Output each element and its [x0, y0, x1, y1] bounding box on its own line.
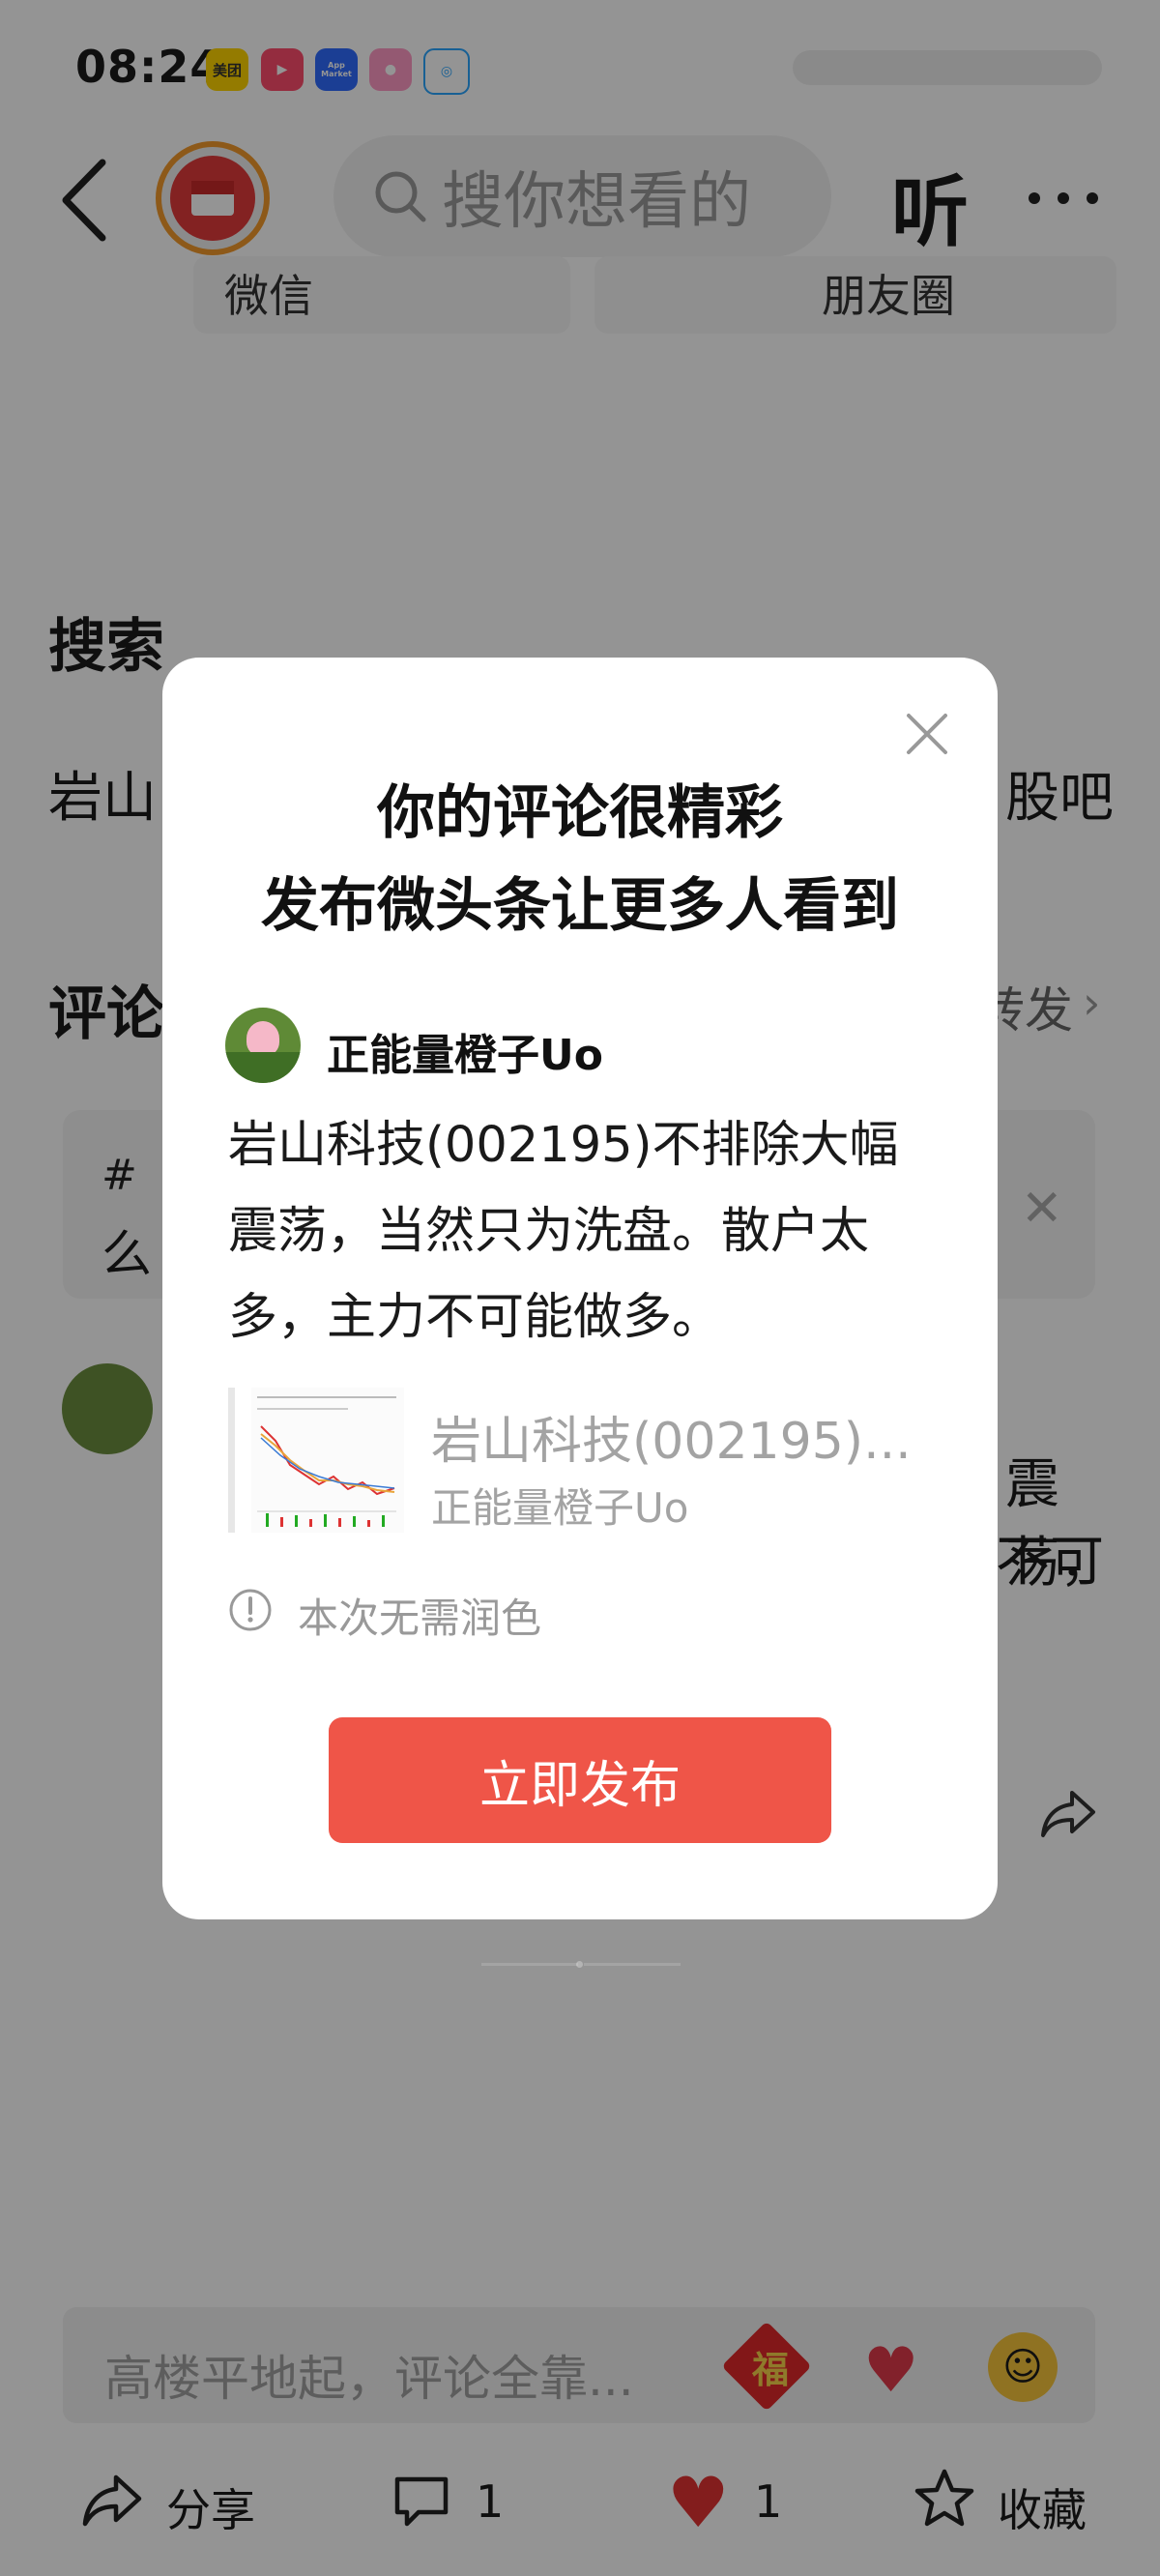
indicator-dot — [576, 1961, 583, 1968]
indicator-line-right — [584, 1963, 681, 1966]
dialog-title-line2: 发布微头条让更多人看到 — [261, 872, 899, 940]
publish-dialog: 你的评论很精彩 发布微头条让更多人看到 正能量橙子Uo 岩山科技(002195)… — [162, 658, 998, 1919]
article-thumbnail — [251, 1388, 404, 1533]
hint-text: 本次无需润色 — [298, 1595, 542, 1642]
dialog-title-line1: 你的评论很精彩 — [377, 779, 783, 847]
author-name: 正能量橙子Uo — [327, 1031, 603, 1080]
publish-button[interactable]: 立即发布 — [329, 1717, 831, 1843]
indicator-line-left — [481, 1963, 578, 1966]
quoted-article-author: 正能量橙子Uo — [431, 1484, 689, 1532]
comment-text: 岩山科技(002195)不排除大幅震荡，当然只为洗盘。散户太多，主力不可能做多。 — [228, 1117, 899, 1346]
quote-bar — [228, 1388, 235, 1533]
close-icon[interactable] — [905, 712, 949, 760]
quoted-article-title: 岩山科技(002195)... — [431, 1413, 912, 1471]
info-icon — [228, 1588, 273, 1636]
author-avatar — [225, 1008, 301, 1083]
